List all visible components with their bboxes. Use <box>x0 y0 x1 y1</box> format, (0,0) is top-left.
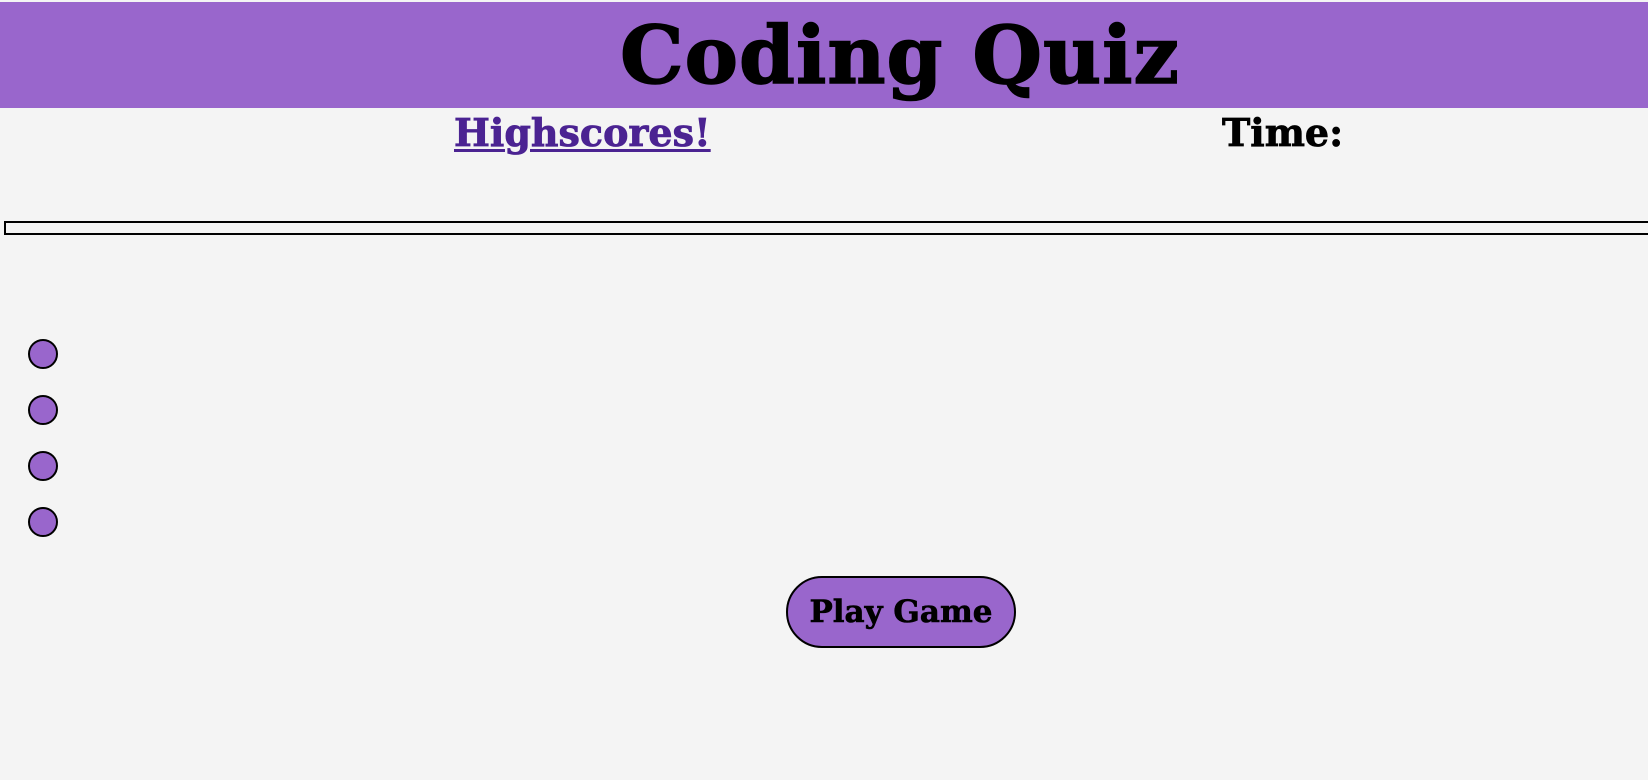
answer-option[interactable] <box>28 326 72 382</box>
question-box <box>4 221 1648 235</box>
header-banner: Coding Quiz <box>0 2 1648 108</box>
answer-option[interactable] <box>28 438 72 494</box>
answer-bullet-icon <box>28 395 58 425</box>
play-game-button[interactable]: Play Game <box>786 576 1016 648</box>
timer-display: Time: <box>1222 110 1344 156</box>
time-label: Time: <box>1222 110 1344 156</box>
answer-list <box>28 326 72 550</box>
answer-bullet-icon <box>28 451 58 481</box>
answer-option[interactable] <box>28 494 72 550</box>
page-title: Coding Quiz <box>619 7 1180 103</box>
answer-option[interactable] <box>28 382 72 438</box>
answer-bullet-icon <box>28 339 58 369</box>
highscores-link[interactable]: Highscores! <box>454 110 711 156</box>
answer-bullet-icon <box>28 507 58 537</box>
